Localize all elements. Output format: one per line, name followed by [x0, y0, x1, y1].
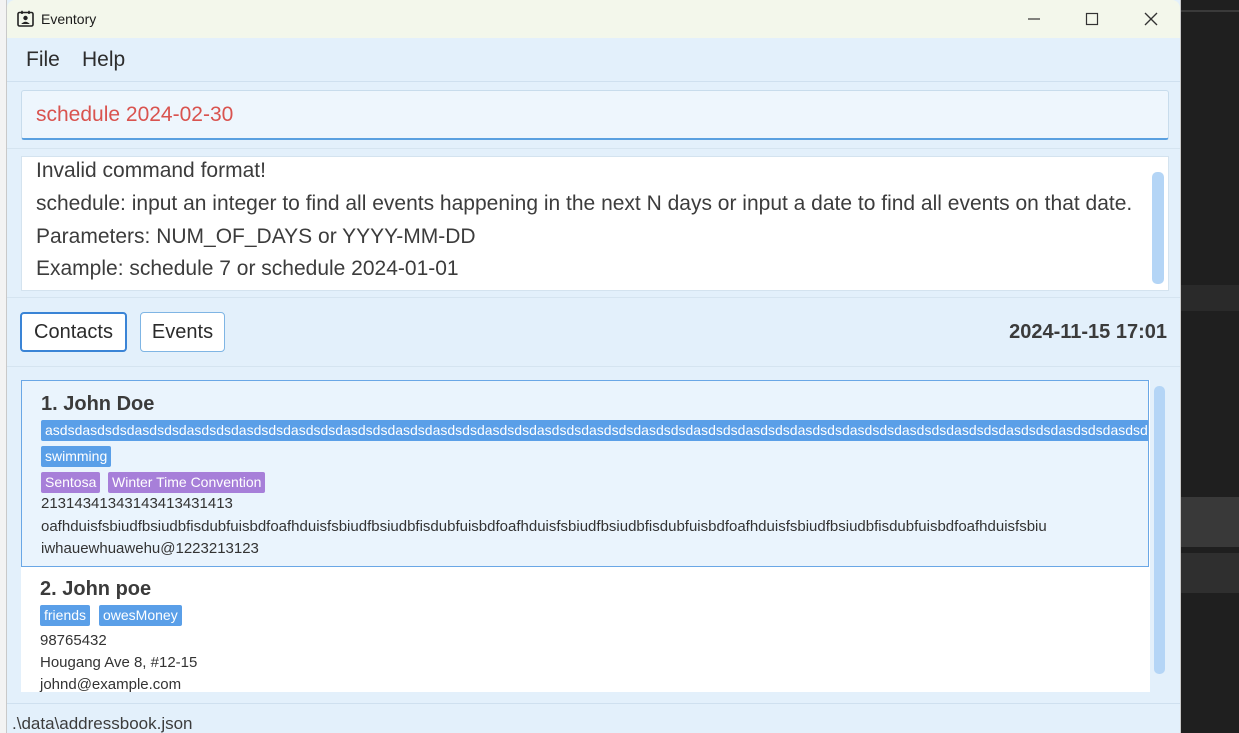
- contact-email: iwhauewhuawehu@1223213123: [41, 540, 259, 557]
- background-strip: [1180, 497, 1239, 547]
- command-input-value: schedule 2024-02-30: [36, 103, 234, 126]
- contact-name: 1. John Doe: [41, 393, 155, 415]
- contact-name: 2. John poe: [40, 578, 152, 600]
- menu-file[interactable]: File: [26, 48, 60, 72]
- divider: [7, 366, 1180, 367]
- app-window: Eventory File Help schedule 2024-02-30 I…: [6, 0, 1181, 733]
- background-editor: [1180, 0, 1239, 733]
- event-tag: Sentosa: [41, 472, 101, 493]
- result-scrollbar[interactable]: [1152, 172, 1164, 284]
- contact-address: oafhduisfsbiudfbsiudbfisdubfuisbdfoafhdu…: [41, 518, 1047, 535]
- result-line: Invalid command format!: [36, 159, 266, 182]
- result-display[interactable]: Invalid command format! schedule: input …: [21, 156, 1169, 291]
- close-icon: [1144, 12, 1158, 26]
- contact-email: johnd@example.com: [40, 676, 182, 692]
- result-line: Parameters: NUM_OF_DAYS or YYYY-MM-DD: [36, 225, 476, 248]
- close-button[interactable]: [1122, 0, 1180, 38]
- minimize-icon: [1028, 18, 1040, 20]
- background-strip: [1180, 285, 1239, 311]
- tab-contacts-label: Contacts: [34, 320, 113, 343]
- menu-help[interactable]: Help: [82, 48, 125, 72]
- divider: [7, 148, 1180, 149]
- contact-tag: swimming: [41, 446, 112, 467]
- result-line: schedule: input an integer to find all e…: [36, 192, 1133, 215]
- menu-bar: File Help: [7, 38, 1180, 82]
- contact-card[interactable]: 2. John poe friends owesMoney 98765432 H…: [21, 567, 1149, 692]
- minimize-button[interactable]: [1005, 0, 1063, 38]
- calendar-contact-icon: [17, 10, 34, 27]
- tab-events[interactable]: Events: [140, 312, 225, 352]
- contact-tag: owesMoney: [99, 605, 182, 626]
- title-bar: Eventory: [7, 0, 1180, 38]
- contact-card[interactable]: 1. John Doe asdsdasdsdsdasdsdsdasdsdsdas…: [21, 380, 1149, 567]
- contact-tag: asdsdasdsdsdasdsdsdasdsdsdasdsdsdasdsdsd…: [41, 420, 1148, 441]
- maximize-button[interactable]: [1063, 0, 1121, 38]
- maximize-icon: [1085, 12, 1099, 26]
- contact-list-scrollbar[interactable]: [1154, 386, 1165, 674]
- contact-phone: 98765432: [40, 632, 107, 649]
- contact-phone: 21314341343143413431413: [41, 495, 233, 512]
- divider: [7, 297, 1180, 298]
- event-tag: Winter Time Convention: [108, 472, 266, 493]
- background-strip: [1180, 10, 1239, 12]
- tab-contacts[interactable]: Contacts: [20, 312, 127, 352]
- data-file-path: .\data\addressbook.json: [12, 714, 193, 733]
- contact-address: Hougang Ave 8, #12-15: [40, 654, 198, 671]
- command-input[interactable]: schedule 2024-02-30: [21, 90, 1169, 140]
- window-title: Eventory: [41, 11, 97, 27]
- contact-list[interactable]: 1. John Doe asdsdasdsdsdasdsdsdasdsdsdas…: [21, 380, 1150, 692]
- contact-tag: friends: [40, 605, 91, 626]
- status-bar: .\data\addressbook.json: [7, 703, 1180, 733]
- current-datetime: 2024-11-15 17:01: [1009, 321, 1167, 343]
- tab-events-label: Events: [151, 320, 214, 343]
- background-strip: [1180, 553, 1239, 593]
- result-line: Example: schedule 7 or schedule 2024-01-…: [36, 257, 459, 280]
